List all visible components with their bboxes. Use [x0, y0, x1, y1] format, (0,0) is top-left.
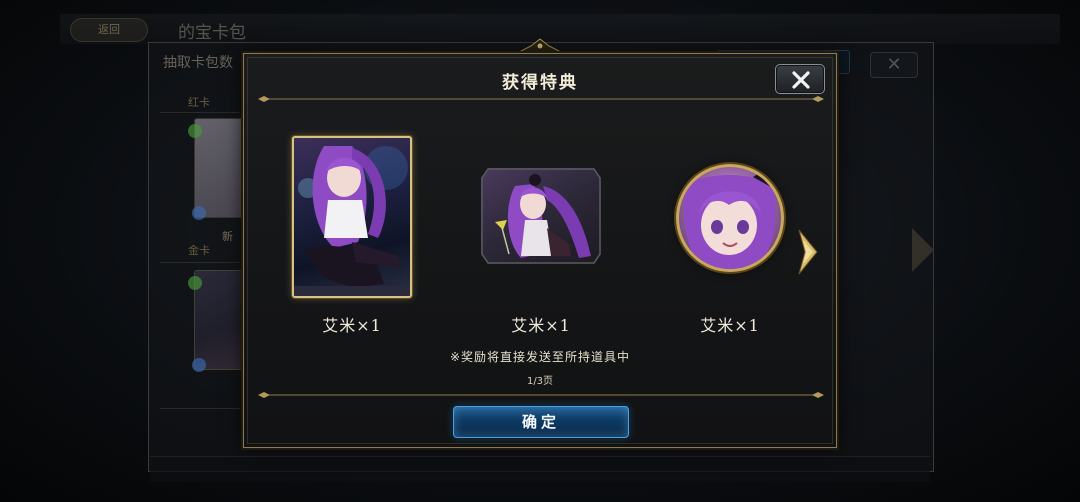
background-close-icon: ✕	[870, 52, 918, 78]
character-avatar-art	[684, 167, 776, 269]
modal-crest-ornament	[518, 38, 562, 53]
bottom-divider	[258, 392, 824, 398]
background-divider	[160, 262, 240, 263]
stamp-frame-border	[481, 168, 601, 264]
background-cost-gem	[188, 276, 202, 290]
close-button[interactable]	[775, 64, 825, 94]
confirm-button[interactable]: 确定	[453, 406, 629, 438]
close-icon	[792, 71, 810, 89]
background-cost-gem	[188, 124, 202, 138]
background-red-card-label: 红卡	[188, 96, 210, 109]
reward-delivery-note: ※奖励将直接发送至所持道具中	[449, 350, 631, 364]
reward-card-illustration[interactable]	[292, 136, 412, 298]
background-next-arrow-icon	[912, 228, 934, 272]
reward-avatar[interactable]	[676, 164, 784, 272]
background-bottom-toolbar	[150, 456, 930, 482]
background-page-title: 的宝卡包	[178, 23, 246, 43]
reward-label-avatar: 艾米×1	[700, 316, 760, 335]
top-divider	[258, 96, 824, 102]
reward-label-stamp: 艾米×1	[511, 316, 571, 335]
background-panel-title: 抽取卡包数	[163, 55, 233, 71]
next-page-arrow-icon[interactable]	[797, 228, 819, 276]
reward-label-card: 艾米×1	[322, 316, 382, 335]
background-gold-card-label: 金卡	[188, 244, 210, 257]
background-atk-gem	[192, 358, 206, 372]
background-divider	[160, 112, 240, 113]
reward-dialog: 获得特典 艾米×1 艾米×1 艾米×1 ※奖励将直接发送至所持道具中 1/3页 …	[243, 53, 837, 448]
background-atk-gem	[192, 206, 206, 220]
background-divider	[160, 408, 240, 409]
page-indicator: 1/3页	[526, 376, 554, 387]
background-new-badge: 新	[222, 230, 233, 243]
character-card-art	[294, 146, 410, 296]
dialog-title: 获得特典	[502, 73, 578, 93]
background-back-button: 返回	[70, 18, 148, 42]
